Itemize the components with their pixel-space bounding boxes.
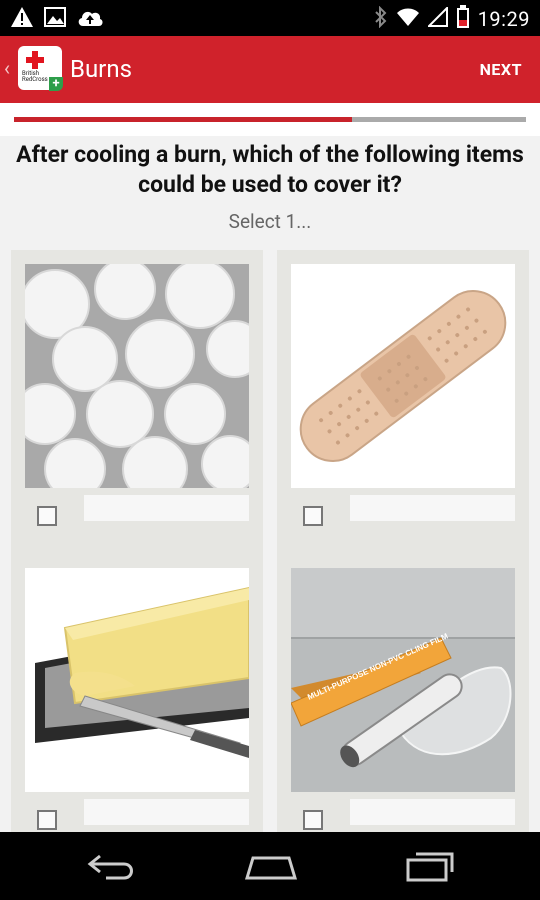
app-logo[interactable]: British RedCross + — [18, 46, 63, 91]
option-card-2[interactable] — [277, 250, 529, 556]
option-1-label — [84, 495, 249, 521]
option-2-label — [350, 495, 515, 521]
progress-bar — [14, 117, 526, 122]
up-caret-icon[interactable]: ‹ — [4, 56, 10, 80]
clock: 19:29 — [477, 7, 530, 31]
cling-film-image: MULTI-PURPOSE NON-PVC CLING FILM — [291, 568, 515, 792]
option-3-label — [84, 799, 249, 825]
butter-image — [25, 568, 249, 792]
option-2-checkbox[interactable] — [303, 506, 323, 526]
option-4-checkbox[interactable] — [303, 810, 323, 830]
option-card-4[interactable]: MULTI-PURPOSE NON-PVC CLING FILM — [277, 554, 529, 832]
option-4-label — [350, 799, 515, 825]
back-icon[interactable] — [86, 850, 138, 886]
question-text: After cooling a burn, which of the follo… — [16, 141, 524, 198]
select-hint: Select 1... — [228, 210, 312, 233]
progress-section — [0, 103, 540, 136]
status-bar: 19:29 — [0, 0, 540, 36]
cotton-balls-image — [25, 264, 249, 488]
cloud-upload-icon — [76, 7, 104, 31]
image-icon — [44, 7, 66, 31]
next-button[interactable]: NEXT — [480, 60, 522, 79]
action-bar: ‹ British RedCross + Burns NEXT — [0, 36, 540, 103]
warning-icon — [10, 6, 34, 32]
option-3-checkbox[interactable] — [37, 810, 57, 830]
red-cross-icon — [26, 51, 44, 69]
progress-fill — [14, 117, 352, 122]
adhesive-plaster-image — [291, 264, 515, 488]
home-icon[interactable] — [243, 850, 299, 886]
navigation-bar — [0, 832, 540, 900]
option-card-3[interactable] — [11, 554, 263, 832]
option-1-checkbox[interactable] — [37, 506, 57, 526]
bluetooth-icon — [374, 5, 388, 32]
screen-title: Burns — [70, 55, 132, 83]
battery-icon — [456, 5, 470, 33]
plus-badge-icon: + — [49, 77, 63, 91]
signal-icon — [426, 5, 448, 31]
wifi-icon — [396, 7, 420, 31]
option-card-1[interactable] — [11, 250, 263, 556]
recent-apps-icon[interactable] — [404, 850, 456, 886]
